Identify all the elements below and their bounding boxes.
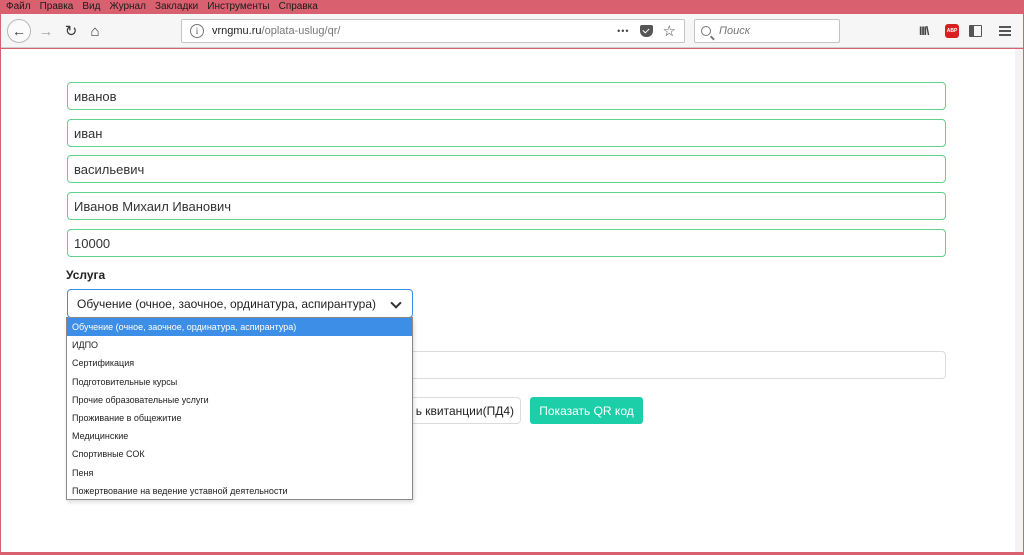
home-icon[interactable]: ⌂ xyxy=(83,19,107,43)
reload-icon[interactable]: ↻ xyxy=(59,19,83,43)
menu-bar: Файл Правка Вид Журнал Закладки Инструме… xyxy=(0,0,1024,14)
amount-field[interactable] xyxy=(67,229,946,257)
menu-help[interactable]: Справка xyxy=(279,0,318,14)
dropdown-option[interactable]: Медицинские xyxy=(67,427,412,445)
dropdown-option[interactable]: Прочие образовательные услуги xyxy=(67,391,412,409)
name-field[interactable] xyxy=(67,119,946,147)
forward-arrow-icon[interactable]: → xyxy=(34,19,58,43)
service-dropdown-list: Обучение (очное, заочное, ординатура, ас… xyxy=(66,317,413,500)
url-path: /oplata-uslug/qr/ xyxy=(261,25,341,37)
service-select[interactable]: Обучение (очное, заочное, ординатура, ас… xyxy=(67,289,413,318)
search-input[interactable] xyxy=(719,25,829,37)
menu-file[interactable]: Файл xyxy=(6,0,31,14)
menu-tools[interactable]: Инструменты xyxy=(207,0,269,14)
dropdown-option[interactable]: Пожертвование на ведение уставной деятел… xyxy=(67,482,412,500)
info-icon[interactable]: i xyxy=(190,24,204,38)
dropdown-option[interactable]: ИДПО xyxy=(67,336,412,354)
surname-field[interactable] xyxy=(67,82,946,110)
dropdown-option[interactable]: Подготовительные курсы xyxy=(67,373,412,391)
more-actions-icon[interactable]: ••• xyxy=(617,26,629,36)
chevron-down-icon xyxy=(390,297,402,309)
pd4-receipt-button[interactable]: ь квитанции(ПД4) xyxy=(412,397,521,424)
adblock-icon[interactable]: ABP xyxy=(945,24,959,38)
menu-history[interactable]: Журнал xyxy=(109,0,146,14)
url-domain: vrngmu.ru xyxy=(212,25,262,37)
service-label: Услуга xyxy=(66,268,106,282)
address-bar[interactable]: i vrngmu.ru /oplata-uslug/qr/ ••• ☆ xyxy=(181,19,685,43)
service-selected-value: Обучение (очное, заочное, ординатура, ас… xyxy=(77,296,377,311)
browser-toolbar: ← → ↻ ⌂ i vrngmu.ru /oplata-uslug/qr/ ••… xyxy=(1,14,1023,48)
search-icon xyxy=(701,26,711,36)
payer-field[interactable] xyxy=(67,192,946,220)
search-box[interactable] xyxy=(694,19,840,43)
scrollbar[interactable] xyxy=(1015,49,1023,552)
dropdown-option[interactable]: Проживание в общежитие xyxy=(67,409,412,427)
menu-bookmarks[interactable]: Закладки xyxy=(155,0,198,14)
dropdown-option[interactable]: Спортивные СОК xyxy=(67,445,412,463)
show-qr-button[interactable]: Показать QR код xyxy=(530,397,643,424)
back-arrow-icon[interactable]: ← xyxy=(7,19,31,43)
library-icon[interactable]: III\ xyxy=(919,20,929,42)
dropdown-option[interactable]: Обучение (очное, заочное, ординатура, ас… xyxy=(67,318,412,337)
sidebar-icon[interactable] xyxy=(969,25,982,37)
dropdown-option[interactable]: Сертификация xyxy=(67,354,412,372)
star-bookmark-icon[interactable]: ☆ xyxy=(663,22,676,40)
patronymic-field[interactable] xyxy=(67,155,946,183)
menu-view[interactable]: Вид xyxy=(82,0,100,14)
dropdown-option[interactable]: Пеня xyxy=(67,464,412,482)
hamburger-menu-icon[interactable] xyxy=(999,26,1011,36)
menu-edit[interactable]: Правка xyxy=(40,0,74,14)
pocket-icon[interactable] xyxy=(639,25,653,37)
